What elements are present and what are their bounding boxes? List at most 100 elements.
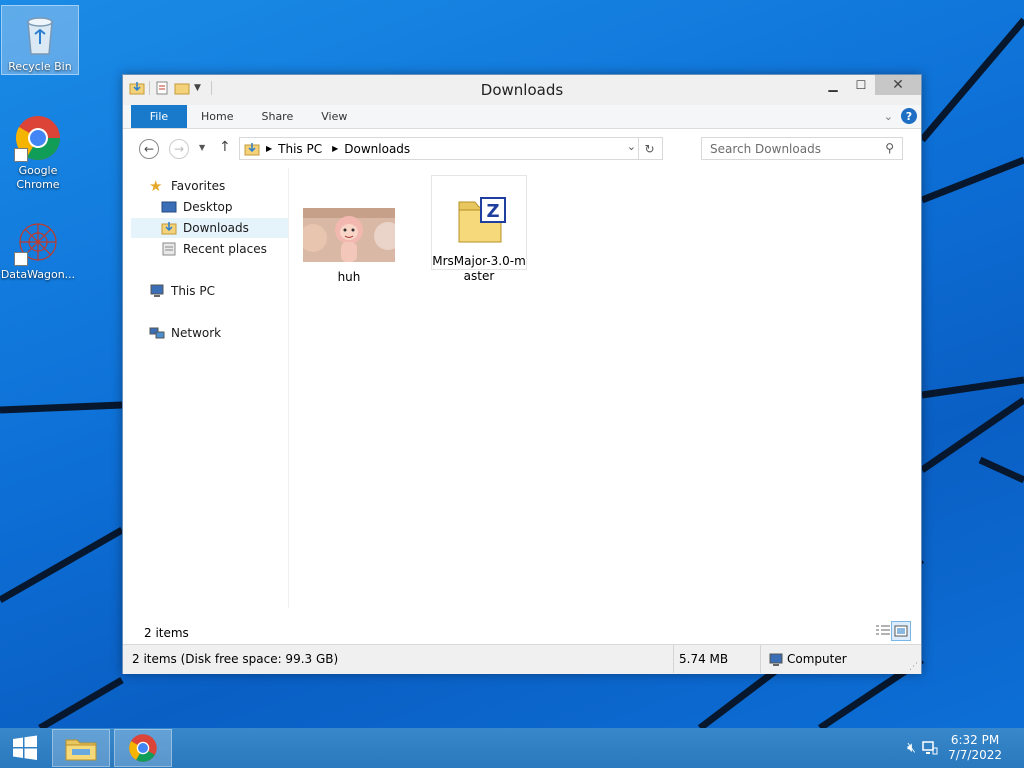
breadcrumb-this-pc[interactable]: This PC [278,142,322,156]
details-view-icon [876,625,890,635]
zip-folder-icon: Z [458,197,506,243]
arrow-right-icon: → [173,142,185,156]
file-name: MrsMajor-3.0-master [432,254,526,283]
system-clock[interactable]: 6:32 PM 7/7/2022 [948,733,1002,763]
search-box[interactable]: Search Downloads ⚲ [701,137,903,160]
close-button[interactable]: ✕ [875,75,921,95]
nav-this-pc[interactable]: This PC [149,281,215,301]
navigation-pane: ★ Favorites Desktop Downloads Recent pla… [131,168,289,608]
search-icon[interactable]: ⚲ [885,141,894,155]
refresh-button[interactable]: ↻ [638,138,660,159]
file-item-huh[interactable]: huh [299,208,402,284]
item-count: 2 items [144,626,189,640]
tab-view[interactable]: View [307,105,361,128]
close-icon: ✕ [892,77,904,93]
selection-size: 5.74 MB [679,652,729,666]
window-controls: ▁ ☐ ✕ [819,75,921,95]
desktop-icon [161,201,177,213]
network-tray-icon[interactable] [922,740,938,756]
nav-downloads-label: Downloads [183,221,249,235]
up-button[interactable]: ↑ [219,139,231,155]
tab-home[interactable]: Home [187,105,247,128]
search-input[interactable]: Search Downloads [710,142,821,156]
datawagon-shortcut[interactable]: DataWagon... [0,214,76,284]
minimize-icon: ▁ [828,78,838,92]
details-view-button[interactable] [875,623,891,639]
video-thumbnail-image [299,208,402,262]
google-chrome-shortcut[interactable]: Google Chrome [0,110,76,192]
arrow-left-icon: ← [143,142,155,156]
large-icons-view-button[interactable] [891,621,911,641]
datawagon-icon [14,218,62,266]
tab-share[interactable]: Share [247,105,307,128]
downloads-folder-icon [161,222,177,235]
minimize-button[interactable]: ▁ [819,75,847,95]
nav-desktop-label: Desktop [183,200,233,214]
recent-places-icon [162,242,176,256]
forward-button[interactable]: → [169,139,189,159]
content-area: ★ Favorites Desktop Downloads Recent pla… [123,168,921,643]
nav-desktop[interactable]: Desktop [161,197,233,217]
details-bar: 2 items (Disk free space: 99.3 GB) 5.74 … [123,644,921,674]
status-row: 2 items [123,618,921,644]
recycle-bin-icon-shortcut[interactable]: Recycle Bin [1,5,79,75]
location-label: Computer [787,652,847,666]
chrome-icon [129,734,157,762]
nav-favorites-label: Favorites [171,179,226,193]
taskbar-google-chrome[interactable] [114,729,172,767]
recent-locations-chevron-icon[interactable]: ▼ [199,143,205,152]
ribbon-tabs: File Home Share View ⌄ ? [123,105,921,129]
svg-text:Z: Z [486,201,499,222]
tab-file[interactable]: File [131,105,187,128]
window-title: Downloads [480,81,564,99]
breadcrumb-downloads[interactable]: Downloads [344,142,410,156]
google-chrome-label: Google Chrome [16,164,60,191]
nav-recent-places[interactable]: Recent places [161,239,267,259]
star-icon: ★ [149,177,163,195]
address-dropdown-chevron-icon[interactable]: ⌄ [627,140,636,153]
address-row: ← → ▼ ↑ ▶ This PC ▶ Downloads ⌄ ↻ Search… [123,129,921,167]
nav-recent-places-label: Recent places [183,242,267,256]
recycle-bin-icon [16,10,64,58]
address-bar[interactable]: ▶ This PC ▶ Downloads ⌄ ↻ [239,137,663,160]
refresh-icon: ↻ [644,141,655,156]
disk-summary: 2 items (Disk free space: 99.3 GB) [132,652,339,666]
taskbar: 🔇︎ 6:32 PM 7/7/2022 [0,728,1024,768]
chrome-icon [14,114,62,162]
maximize-button[interactable]: ☐ [847,75,875,95]
recycle-bin-label: Recycle Bin [8,60,72,73]
help-icon[interactable]: ? [901,108,917,124]
file-item-mrsmajor[interactable]: Z MrsMajor-3.0-master [431,175,527,283]
breadcrumb-chevron-icon[interactable]: ▶ [266,144,272,153]
nav-this-pc-label: This PC [171,284,215,298]
title-bar[interactable]: ▼ Downloads ▁ ☐ ✕ [123,75,921,105]
shortcut-arrow-icon [14,252,28,266]
resize-grip-icon[interactable]: ⋰ [909,662,918,672]
breadcrumb-chevron-icon[interactable]: ▶ [332,144,338,153]
windows-logo-icon [13,735,37,760]
network-icon [149,327,165,339]
maximize-icon: ☐ [855,78,867,92]
file-name: huh [337,270,361,284]
start-button[interactable] [0,729,50,767]
clock-date: 7/7/2022 [948,748,1002,762]
file-explorer-icon [65,739,97,761]
explorer-window: ▼ Downloads ▁ ☐ ✕ File Home Share View ⌄… [122,74,922,674]
divider [760,645,761,673]
divider [673,645,674,673]
datawagon-label: DataWagon... [0,268,76,281]
expand-ribbon-chevron-icon[interactable]: ⌄ [884,110,893,123]
volume-muted-icon[interactable]: 🔇︎ [907,740,916,756]
clock-time: 6:32 PM [950,733,1000,747]
back-button[interactable]: ← [139,139,159,159]
ribbon-right-controls: ⌄ ? [884,108,917,124]
computer-icon [769,653,783,666]
downloads-folder-icon [244,142,260,155]
file-list: huh Z MrsMajor-3.0-master [293,168,913,608]
nav-favorites[interactable]: ★ Favorites [149,176,225,196]
nav-network-label: Network [171,326,222,340]
taskbar-file-explorer[interactable] [52,729,110,767]
shortcut-arrow-icon [14,148,28,162]
nav-downloads[interactable]: Downloads [131,218,288,238]
nav-network[interactable]: Network [149,323,221,343]
